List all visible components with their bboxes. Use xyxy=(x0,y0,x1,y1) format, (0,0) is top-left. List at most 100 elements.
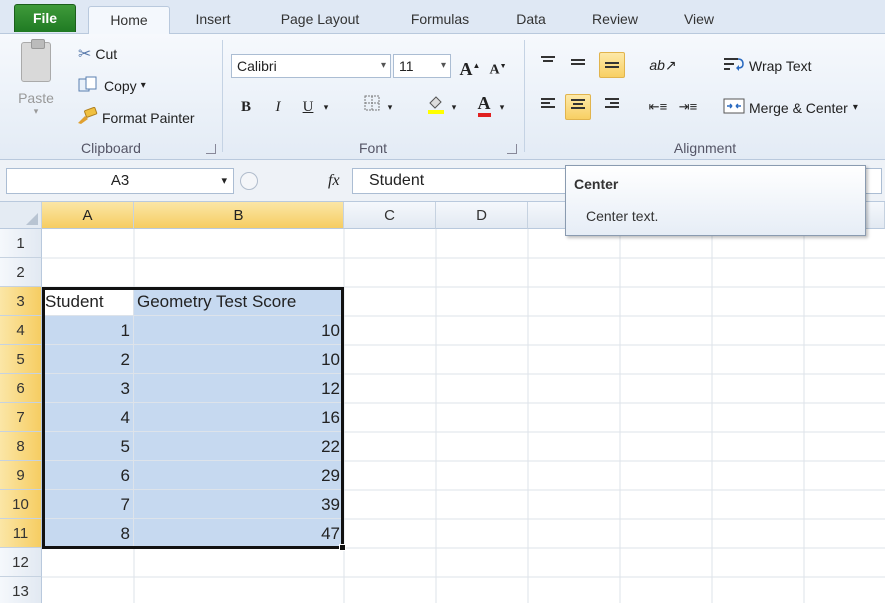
chevron-down-icon[interactable]: ▾ xyxy=(221,169,227,193)
row-header-3[interactable]: 3 xyxy=(0,287,42,316)
ribbon-tab-bar: File Home Insert Page Layout Formulas Da… xyxy=(0,0,885,35)
ribbon: Paste ▾ ✂ Cut Copy ▾ Format Painter Clip… xyxy=(0,34,885,160)
merge-center-button[interactable]: Merge & Center ▾ xyxy=(723,98,858,117)
column-header-d[interactable]: D xyxy=(436,202,528,229)
alignment-group: ab↗ Wrap Text ⇤≡ ⇥≡ Merge & Center ▾ Ali… xyxy=(525,34,885,160)
tab-file[interactable]: File xyxy=(14,4,76,32)
cell-a4[interactable]: 1 xyxy=(42,316,134,345)
font-name-value: Calibri xyxy=(237,58,277,74)
borders-button[interactable] xyxy=(359,94,385,120)
cut-label: Cut xyxy=(95,46,118,62)
cell-b3[interactable]: Geometry Test Score xyxy=(134,287,344,316)
cell-a3[interactable]: Student xyxy=(42,287,134,316)
tab-page-layout[interactable]: Page Layout xyxy=(262,6,378,34)
cell-a7[interactable]: 4 xyxy=(42,403,134,432)
copy-button[interactable]: Copy ▾ xyxy=(78,76,146,95)
paste-button[interactable]: Paste ▾ xyxy=(14,39,58,138)
row-header-1[interactable]: 1 xyxy=(0,229,42,258)
row-header-6[interactable]: 6 xyxy=(0,374,42,403)
chevron-down-icon[interactable]: ▾ xyxy=(495,94,509,120)
tab-insert[interactable]: Insert xyxy=(182,6,244,34)
column-header-b[interactable]: B xyxy=(134,202,344,229)
tab-formulas[interactable]: Formulas xyxy=(396,6,484,34)
fill-handle[interactable] xyxy=(339,544,346,551)
cut-button[interactable]: ✂ Cut xyxy=(78,44,117,64)
increase-indent-button[interactable]: ⇥≡ xyxy=(675,94,701,120)
bottom-align-button[interactable] xyxy=(599,52,625,78)
row-header-2[interactable]: 2 xyxy=(0,258,42,287)
chevron-down-icon[interactable]: ▾ xyxy=(383,94,397,120)
row-header-5[interactable]: 5 xyxy=(0,345,42,374)
cell-b7[interactable]: 16 xyxy=(134,403,344,432)
cell-b11[interactable]: 47 xyxy=(134,519,344,548)
font-dialog-launcher-icon[interactable] xyxy=(507,144,517,154)
middle-align-button[interactable] xyxy=(565,52,591,78)
cell-b10[interactable]: 39 xyxy=(134,490,344,519)
row-header-12[interactable]: 12 xyxy=(0,548,42,577)
align-right-button[interactable] xyxy=(599,94,625,120)
cell-b6[interactable]: 12 xyxy=(134,374,344,403)
row-header-4[interactable]: 4 xyxy=(0,316,42,345)
top-align-button[interactable] xyxy=(535,52,561,78)
cell-a8[interactable]: 5 xyxy=(42,432,134,461)
orientation-button[interactable]: ab↗ xyxy=(645,52,681,78)
copy-label: Copy xyxy=(104,77,137,94)
row-header-9[interactable]: 9 xyxy=(0,461,42,490)
column-header-c[interactable]: C xyxy=(344,202,436,229)
row-header-11[interactable]: 11 xyxy=(0,519,42,548)
cell-a9[interactable]: 6 xyxy=(42,461,134,490)
tab-data[interactable]: Data xyxy=(502,6,560,34)
underline-button[interactable]: U xyxy=(295,94,321,120)
cell-b5[interactable]: 10 xyxy=(134,345,344,374)
select-all-corner[interactable] xyxy=(0,202,42,229)
cell-a11[interactable]: 8 xyxy=(42,519,134,548)
align-middle-icon xyxy=(570,55,586,69)
tab-home[interactable]: Home xyxy=(88,6,170,35)
row-header-7[interactable]: 7 xyxy=(0,403,42,432)
cell-b4[interactable]: 10 xyxy=(134,316,344,345)
chevron-down-icon[interactable]: ▾ xyxy=(319,94,333,120)
tooltip-body: Center text. xyxy=(586,208,659,224)
shrink-font-icon: A xyxy=(489,62,500,78)
font-size-combo[interactable]: 11 ▾ xyxy=(393,54,451,78)
chevron-down-icon[interactable]: ▾ xyxy=(141,80,146,91)
fill-color-button[interactable] xyxy=(423,94,449,120)
column-header-a[interactable]: A xyxy=(42,202,134,229)
clipboard-dialog-launcher-icon[interactable] xyxy=(206,144,216,154)
cell-b9[interactable]: 29 xyxy=(134,461,344,490)
tab-review[interactable]: Review xyxy=(578,6,652,34)
row-header-10[interactable]: 10 xyxy=(0,490,42,519)
italic-button[interactable]: I xyxy=(265,94,291,120)
decrease-indent-button[interactable]: ⇤≡ xyxy=(645,94,671,120)
name-box[interactable]: A3 ▾ xyxy=(6,168,234,194)
cell-a5[interactable]: 2 xyxy=(42,345,134,374)
row-header-8[interactable]: 8 xyxy=(0,432,42,461)
grow-font-button[interactable]: A▲ xyxy=(457,53,483,79)
shrink-font-button[interactable]: A▼ xyxy=(485,53,511,79)
name-box-value: A3 xyxy=(110,172,130,189)
wrap-text-button[interactable]: Wrap Text xyxy=(723,56,812,75)
cell-a10[interactable]: 7 xyxy=(42,490,134,519)
cell-b8[interactable]: 22 xyxy=(134,432,344,461)
font-size-value: 11 xyxy=(399,58,414,74)
font-color-button[interactable]: A xyxy=(471,92,497,118)
chevron-down-icon[interactable]: ▾ xyxy=(853,102,858,113)
align-bottom-icon xyxy=(604,56,620,70)
font-group: Calibri ▾ 11 ▾ A▲ A▼ B I U ▾ ▾ ▾ A ▾ Fon… xyxy=(223,34,523,160)
font-group-label: Font xyxy=(358,140,387,156)
cell-a6[interactable]: 3 xyxy=(42,374,134,403)
center-align-button[interactable] xyxy=(565,94,591,120)
row-header-13[interactable]: 13 xyxy=(0,577,42,603)
tab-view[interactable]: View xyxy=(670,6,728,34)
align-left-icon xyxy=(540,97,556,111)
chevron-down-icon[interactable]: ▾ xyxy=(447,94,461,120)
font-name-combo[interactable]: Calibri ▾ xyxy=(231,54,391,78)
format-painter-button[interactable]: Format Painter xyxy=(76,106,195,128)
scissors-icon: ✂ xyxy=(78,46,92,63)
align-center-icon xyxy=(570,98,586,112)
insert-function-button[interactable]: fx xyxy=(328,168,340,194)
center-tooltip: Center Center text. xyxy=(565,165,866,236)
align-left-button[interactable] xyxy=(535,94,561,120)
bold-button[interactable]: B xyxy=(233,94,259,120)
spreadsheet-grid: A B C D 1 2 3 4 5 6 7 8 9 10 11 12 13 St… xyxy=(0,202,885,603)
